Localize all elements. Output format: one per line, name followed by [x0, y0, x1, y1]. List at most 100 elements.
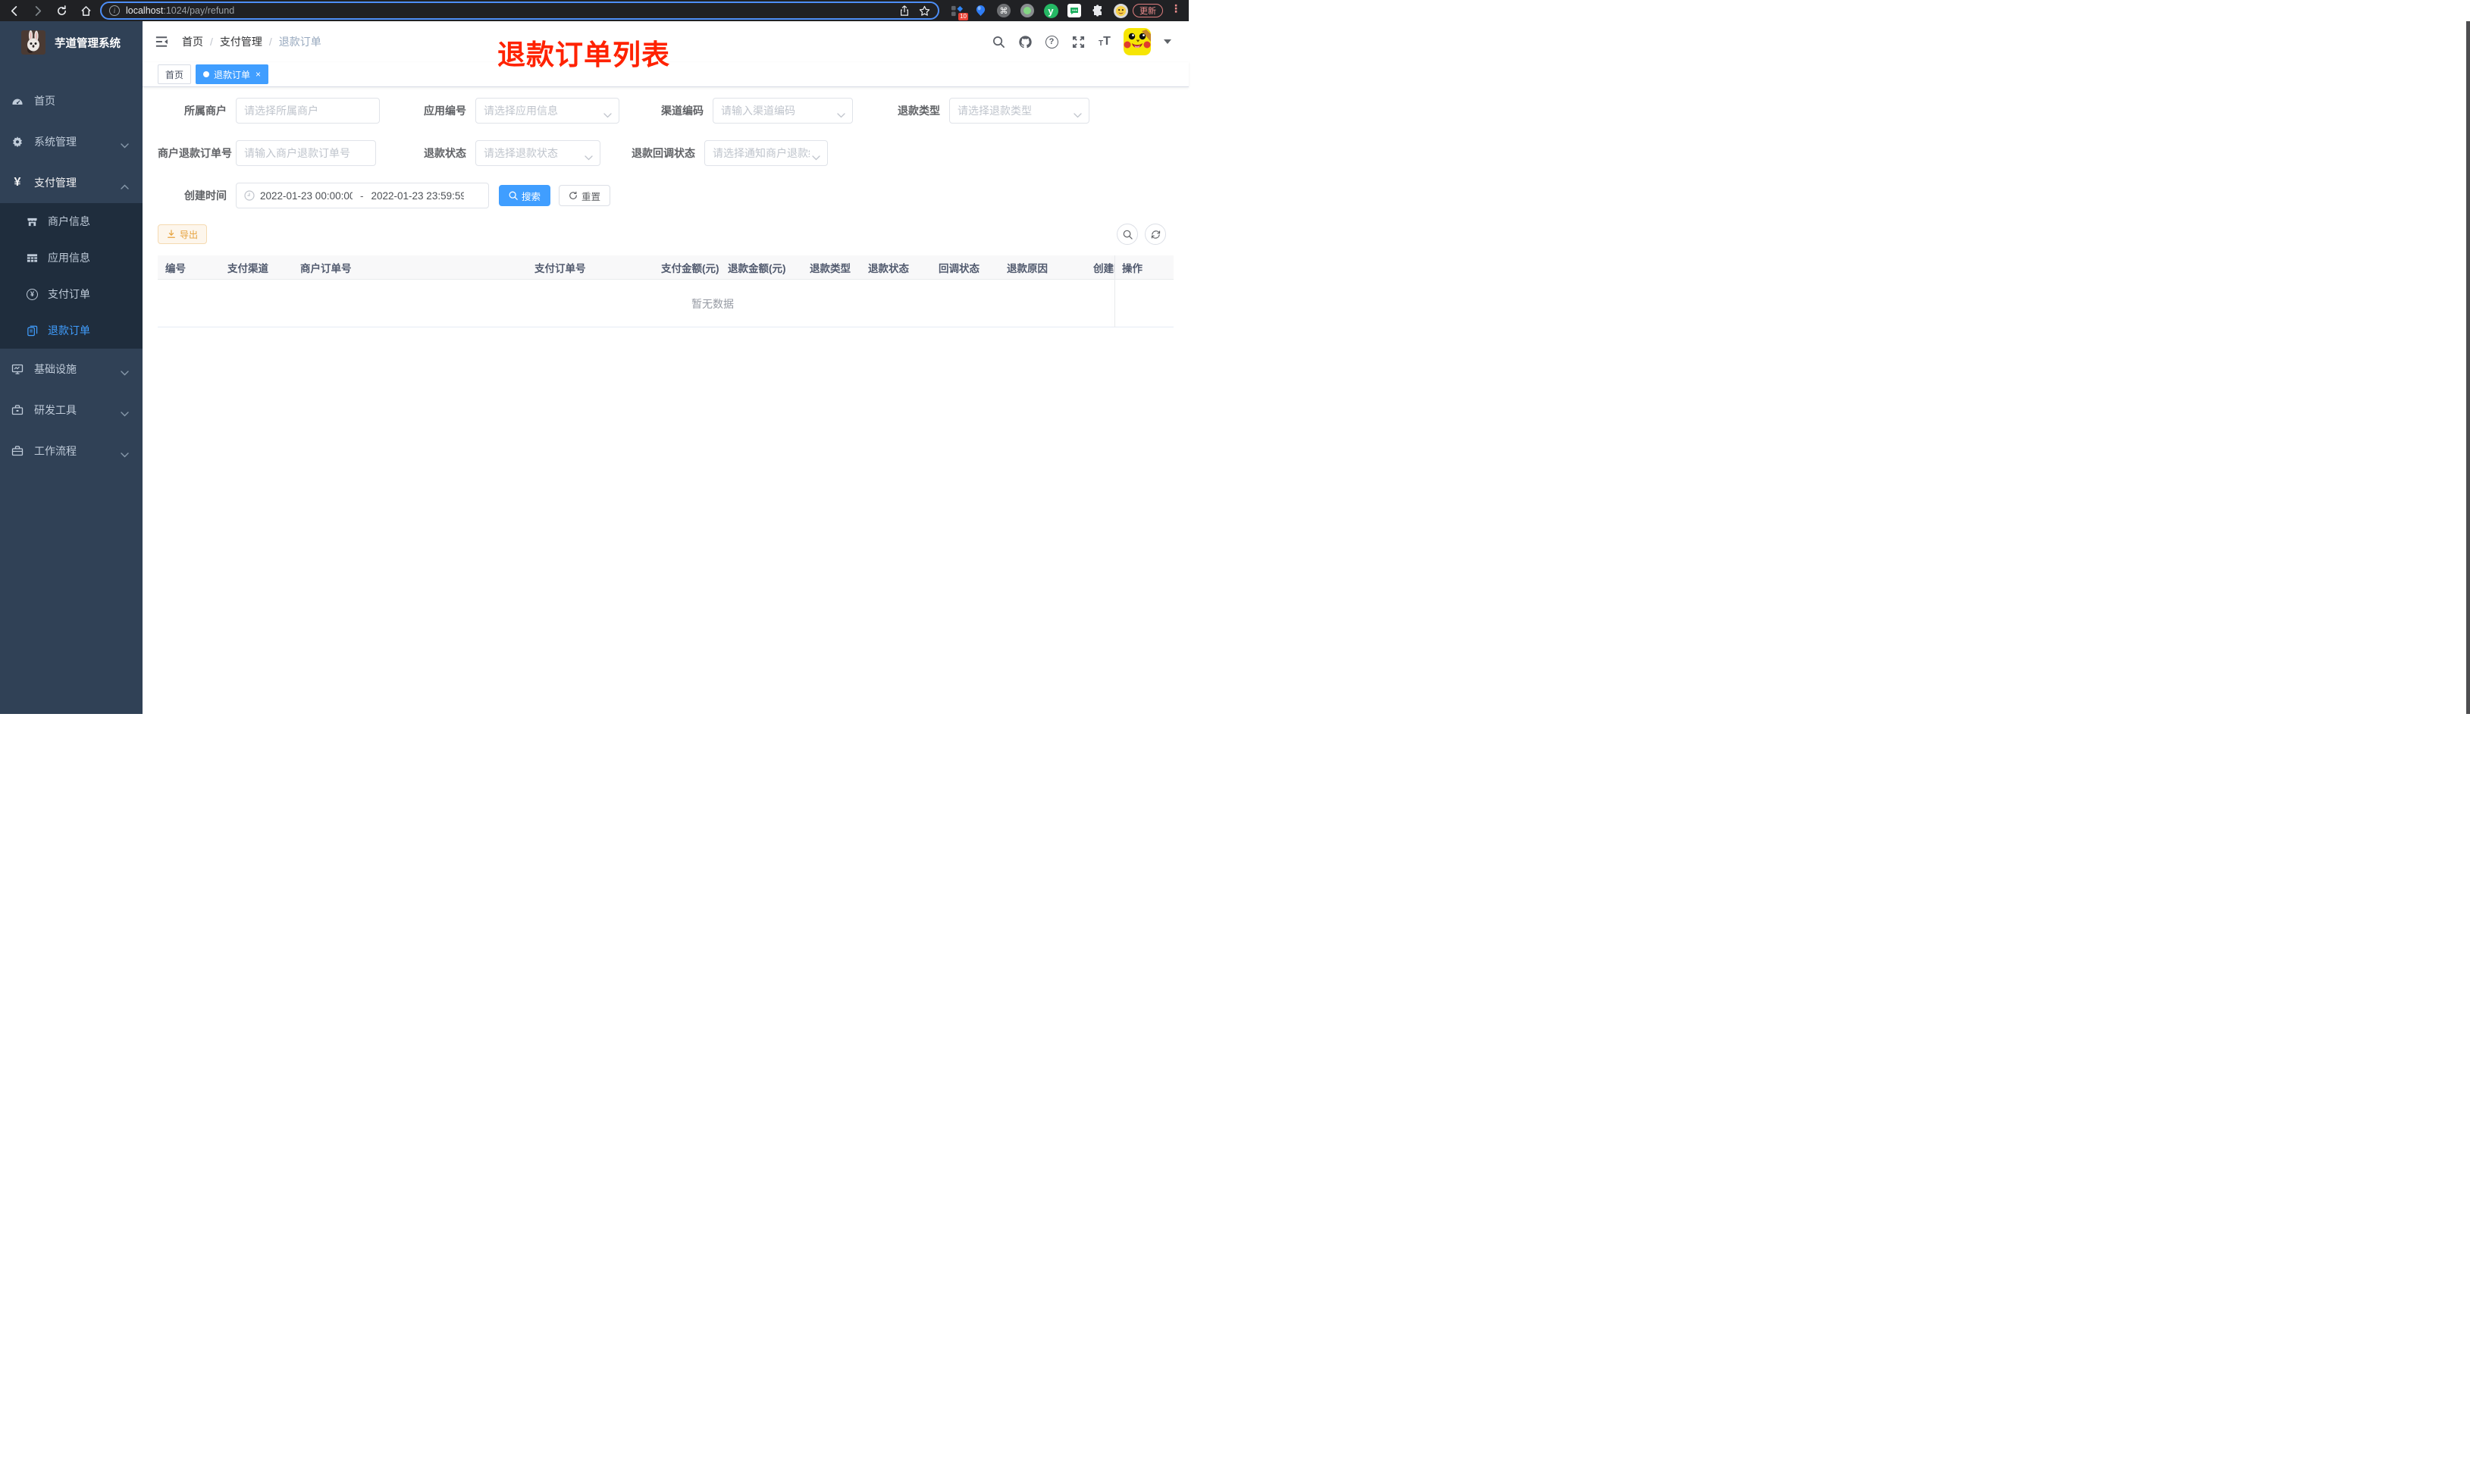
- chevron-up-icon: [121, 180, 129, 192]
- export-button[interactable]: 导出: [158, 224, 208, 244]
- table-empty-row: 暂无数据: [158, 280, 1174, 327]
- refresh-table-icon[interactable]: [1145, 224, 1166, 245]
- refund-status-select[interactable]: 请选择退款状态: [475, 140, 600, 166]
- column-header: 编号: [165, 262, 186, 274]
- sidebar-item-label: 商户信息: [48, 215, 90, 227]
- date-range-picker[interactable]: 2022-01-23 00:00:00 - 2022-01-23 23:59:5…: [236, 183, 489, 208]
- browser-update-button[interactable]: 更新: [1133, 4, 1163, 17]
- help-icon[interactable]: ?: [1044, 34, 1059, 49]
- browser-forward-button[interactable]: [30, 4, 44, 17]
- extension-command-icon[interactable]: ⌘: [995, 2, 1013, 19]
- browser-reload-button[interactable]: [55, 4, 68, 17]
- placeholder: 请选择退款状态: [484, 147, 558, 159]
- filter-label: 退款状态: [424, 147, 466, 159]
- refund-notify-status-select[interactable]: 请选择通知商户退款结果的: [704, 140, 828, 166]
- breadcrumb-payment[interactable]: 支付管理: [220, 34, 262, 49]
- filter-label: 应用编号: [424, 105, 466, 117]
- update-label: 更新: [1139, 7, 1156, 16]
- sidebar-fold-icon[interactable]: [153, 33, 170, 50]
- sidebar-item-system[interactable]: 系统管理: [0, 121, 143, 162]
- sidebar-item-home[interactable]: 首页: [0, 80, 143, 121]
- site-info-icon[interactable]: i: [109, 5, 120, 16]
- placeholder: 请选择通知商户退款结果的: [713, 147, 810, 159]
- address-bar[interactable]: i localhost:1024/pay/refund: [100, 2, 939, 20]
- github-icon[interactable]: [1017, 34, 1033, 49]
- gear-icon: [11, 136, 24, 148]
- reset-label: 重置: [581, 191, 601, 202]
- clock-icon: [244, 190, 255, 201]
- search-button[interactable]: 搜索: [499, 185, 551, 206]
- breadcrumb-current: 退款订单: [278, 36, 321, 48]
- sidebar-logo[interactable]: 芋道管理系统: [0, 21, 143, 64]
- sidebar-item-merchant-info[interactable]: 商户信息: [0, 203, 143, 240]
- y-glyph: y: [1043, 3, 1058, 18]
- search-label: 搜索: [522, 191, 541, 202]
- sidebar-item-dev-tools[interactable]: 研发工具: [0, 390, 143, 430]
- sidebar-item-pay-order[interactable]: ¥ 支付订单: [0, 276, 143, 312]
- extension-tasks-icon[interactable]: 10: [948, 2, 968, 20]
- column-header: 支付渠道: [227, 262, 268, 274]
- sidebar-item-app-info[interactable]: 应用信息: [0, 240, 143, 276]
- filter-label: 商户退款订单号: [158, 147, 232, 159]
- extension-record-icon[interactable]: [1018, 2, 1036, 19]
- font-size-icon[interactable]: TT: [1097, 34, 1112, 49]
- user-avatar[interactable]: [1124, 28, 1151, 55]
- placeholder: 请选择应用信息: [484, 105, 558, 117]
- channel-code-select[interactable]: 请输入渠道编码: [713, 98, 853, 124]
- tab-refund-order[interactable]: 退款订单 ×: [196, 64, 269, 84]
- share-icon[interactable]: [899, 5, 910, 16]
- app-select[interactable]: 请选择应用信息: [475, 98, 619, 124]
- reset-button[interactable]: 重置: [559, 185, 611, 206]
- tab-close-icon[interactable]: ×: [255, 70, 261, 79]
- fullscreen-icon[interactable]: [1070, 34, 1086, 49]
- sidebar-item-workflow[interactable]: 工作流程: [0, 430, 143, 471]
- chevron-down-icon: [121, 407, 129, 419]
- breadcrumb-home[interactable]: 首页: [182, 34, 203, 49]
- sidebar-item-label: 退款订单: [48, 324, 90, 337]
- chevron-down-icon: [603, 108, 612, 121]
- column-header: 支付订单号: [534, 262, 586, 274]
- refund-document-icon: [27, 325, 38, 337]
- sidebar-item-label: 首页: [34, 95, 55, 107]
- filter-row-3: 创建时间 2022-01-23 00:00:00 - 2022-01-23 23…: [158, 183, 611, 208]
- breadcrumb: 首页 / 支付管理 / 退款订单: [182, 34, 321, 49]
- avatar-caret-icon[interactable]: [1164, 39, 1171, 44]
- browser-profile-avatar[interactable]: [1111, 2, 1130, 19]
- date-end-value: 2022-01-23 23:59:59: [371, 189, 464, 202]
- annotation-title: 退款订单列表: [497, 39, 670, 70]
- extension-chat-icon[interactable]: [1065, 2, 1083, 19]
- sidebar-item-payment[interactable]: ¥ 支付管理: [0, 162, 143, 203]
- column-header: 退款金额(元): [728, 262, 786, 274]
- column-header: 回调状态: [939, 262, 980, 274]
- sidebar-item-label: 支付管理: [34, 177, 77, 189]
- tab-label: 退款订单: [214, 69, 251, 80]
- browser-menu-icon[interactable]: ⋮: [1171, 2, 1181, 15]
- payment-submenu: 商户信息 应用信息 ¥ 支付订单 退款订单: [0, 203, 143, 349]
- app-title: 芋道管理系统: [55, 37, 121, 50]
- window-scrollbar[interactable]: [2466, 21, 2470, 714]
- extension-gem-icon[interactable]: [971, 2, 989, 19]
- chevron-down-icon: [1074, 108, 1082, 121]
- search-icon[interactable]: [991, 34, 1006, 49]
- bookmark-star-icon[interactable]: [919, 5, 930, 17]
- extension-y-icon[interactable]: y: [1042, 2, 1060, 19]
- merchant-refund-no-input[interactable]: 请输入商户退款订单号: [236, 140, 376, 166]
- table-toolbar: [1117, 224, 1166, 245]
- browser-home-button[interactable]: [79, 4, 92, 17]
- show-search-toggle-icon[interactable]: [1117, 224, 1138, 245]
- sidebar-item-refund-order[interactable]: 退款订单: [0, 312, 143, 349]
- tab-home[interactable]: 首页: [158, 64, 192, 84]
- dashboard-icon: [11, 95, 24, 107]
- sidebar-item-infrastructure[interactable]: 基础设施: [0, 349, 143, 390]
- merchant-select[interactable]: 请选择所属商户: [236, 98, 380, 124]
- placeholder: 请选择退款类型: [958, 105, 1032, 117]
- date-start-value: 2022-01-23 00:00:00: [260, 189, 353, 202]
- column-header: 商户订单号: [300, 262, 352, 274]
- toolbox-icon: [11, 404, 24, 416]
- extensions-puzzle-icon[interactable]: [1089, 2, 1107, 19]
- filter-label: 退款回调状态: [632, 147, 695, 159]
- column-header: 退款原因: [1007, 262, 1048, 274]
- refund-type-select[interactable]: 请选择退款类型: [949, 98, 1089, 124]
- export-label: 导出: [180, 229, 199, 240]
- browser-back-button[interactable]: [8, 4, 21, 17]
